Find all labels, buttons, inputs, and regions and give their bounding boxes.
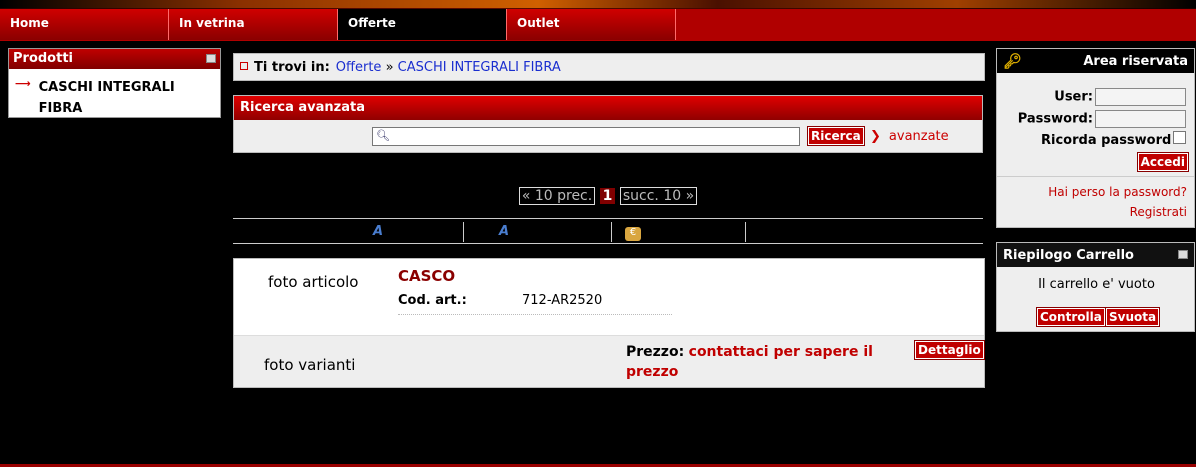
- login-title: Area riservata: [1083, 54, 1188, 69]
- divider: [611, 222, 612, 242]
- nav-home[interactable]: Home: [0, 9, 169, 40]
- remember-checkbox[interactable]: [1173, 131, 1186, 144]
- products-panel: Prodotti ⟶ CASCHI INTEGRALI FIBRA: [8, 48, 221, 118]
- register-link[interactable]: Registrati: [1130, 205, 1187, 219]
- divider: [398, 314, 672, 315]
- login-button[interactable]: Accedi: [1136, 152, 1190, 172]
- sort-marca-label[interactable]: Marca: [387, 224, 426, 239]
- breadcrumb: Ti trovi in: Offerte » CASCHI INTEGRALI F…: [233, 53, 985, 81]
- nav-offerte[interactable]: Offerte: [338, 9, 507, 40]
- breadcrumb-separator: »: [385, 60, 394, 75]
- product-photo[interactable]: foto articolo: [268, 273, 358, 291]
- advanced-search-panel: Ricerca avanzata 🔍︎ Ricerca ❯ avanzate: [233, 95, 983, 153]
- pagination-bottom: « 10 prec. 1 succ. 10 »: [233, 435, 983, 451]
- search-input[interactable]: [372, 127, 800, 146]
- sort-descrizione-label[interactable]: Descrizione: [513, 224, 589, 239]
- next-page-link[interactable]: succ. 10 »: [616, 435, 687, 451]
- sidebar-item-label[interactable]: CASCHI INTEGRALI FIBRA: [39, 77, 220, 119]
- product-card: foto articolo CASCO Cod. art.: 712-AR252…: [233, 258, 985, 388]
- advanced-search-label[interactable]: avanzate: [889, 129, 949, 144]
- breadcrumb-link-offerte[interactable]: Offerte: [336, 60, 382, 75]
- product-price: Prezzo: contattaci per sapere il prezzo: [626, 342, 896, 382]
- sidebar-item-caschi[interactable]: ⟶ CASCHI INTEGRALI FIBRA: [9, 69, 220, 119]
- check-cart-button[interactable]: Controlla: [1036, 307, 1106, 327]
- user-label: User:: [1054, 89, 1093, 105]
- current-page: 1: [603, 435, 612, 451]
- minimize-icon[interactable]: [1178, 250, 1188, 259]
- advanced-search-title: Ricerca avanzata: [234, 96, 982, 120]
- key-icon: 🔑︎: [1003, 52, 1023, 70]
- results-count-bottom: 1 risultati trovati (15 per pagina - 1 i…: [450, 414, 766, 430]
- nav-outlet[interactable]: Outlet: [507, 9, 676, 40]
- detail-button[interactable]: Dettaglio: [914, 340, 985, 360]
- login-panel: 🔑︎ Area riservata User: Password: Ricord…: [996, 48, 1195, 228]
- divider: [745, 222, 746, 242]
- user-field[interactable]: [1095, 88, 1186, 106]
- login-panel-header: 🔑︎ Area riservata: [997, 49, 1194, 73]
- sort-alpha-icon: A: [373, 224, 384, 239]
- chevron-right-icon: ❯: [870, 129, 881, 144]
- product-title[interactable]: CASCO: [398, 267, 455, 285]
- main-nav: Home In vetrina Offerte Outlet: [0, 9, 1196, 41]
- product-code: 712-AR2520: [522, 293, 603, 308]
- flame-decoration: [0, 0, 1196, 8]
- main-content: Ti trovi in: Offerte » CASCHI INTEGRALI F…: [233, 53, 985, 451]
- top-banner: Home In vetrina Offerte Outlet: [0, 0, 1196, 41]
- sort-up-icon[interactable]: ▲: [477, 225, 485, 238]
- sort-alpha-icon: A: [499, 224, 510, 239]
- lost-password-link[interactable]: Hai perso la password?: [1048, 185, 1187, 199]
- sort-prezzo[interactable]: € Prezzo: [625, 224, 689, 241]
- sort-marca[interactable]: A Marca: [373, 224, 426, 239]
- results-count: 1 risultati trovati (15 per pagina - 1 i…: [450, 167, 766, 183]
- euro-icon: €: [625, 227, 641, 241]
- breadcrumb-prefix: Ti trovi in:: [254, 60, 330, 75]
- arrow-right-icon: ⟶: [15, 77, 31, 90]
- pagination-top: « 10 prec. 1 succ. 10 »: [233, 187, 983, 205]
- sort-bar: Ordina risultati per: A Marca ▲ A Descrizi…: [233, 218, 983, 244]
- minimize-icon[interactable]: [206, 54, 216, 63]
- sort-descrizione[interactable]: A Descrizione: [499, 224, 589, 239]
- password-row: Password:: [1018, 110, 1186, 128]
- nav-in-vetrina[interactable]: In vetrina: [169, 9, 338, 40]
- remember-label: Ricorda password: [1041, 133, 1172, 148]
- products-panel-header: Prodotti: [9, 49, 220, 69]
- products-panel-title: Prodotti: [13, 51, 73, 66]
- cart-panel-header: Riepilogo Carrello: [997, 243, 1194, 267]
- magnifier-icon: 🔍︎: [376, 129, 390, 142]
- sort-prezzo-label[interactable]: Prezzo: [647, 224, 689, 239]
- divider: [997, 176, 1194, 177]
- divider: [463, 222, 464, 242]
- cart-panel: Riepilogo Carrello Il carrello e' vuoto …: [996, 242, 1195, 332]
- prev-page-link[interactable]: « 10 prec.: [518, 187, 596, 205]
- cart-title: Riepilogo Carrello: [1003, 248, 1134, 263]
- password-field[interactable]: [1095, 110, 1186, 128]
- prev-page-link[interactable]: « 10 prec.: [528, 435, 598, 451]
- password-label: Password:: [1017, 111, 1093, 127]
- bullet-icon: [240, 62, 248, 70]
- product-code-label: Cod. art.:: [398, 293, 467, 308]
- sort-label: Ordina risultati per:: [233, 224, 380, 239]
- search-button[interactable]: Ricerca: [807, 126, 865, 146]
- breadcrumb-link-category[interactable]: CASCHI INTEGRALI FIBRA: [398, 60, 561, 75]
- cart-empty-text: Il carrello e' vuoto: [1038, 277, 1155, 292]
- user-row: User:: [1054, 88, 1186, 106]
- next-page-link[interactable]: succ. 10 »: [619, 187, 698, 205]
- advanced-search-link[interactable]: ❯ avanzate: [870, 129, 949, 144]
- current-page: 1: [599, 188, 616, 204]
- empty-cart-button[interactable]: Svuota: [1104, 307, 1161, 327]
- product-variants-photo[interactable]: foto varianti: [264, 356, 355, 374]
- price-label: Prezzo:: [626, 344, 685, 360]
